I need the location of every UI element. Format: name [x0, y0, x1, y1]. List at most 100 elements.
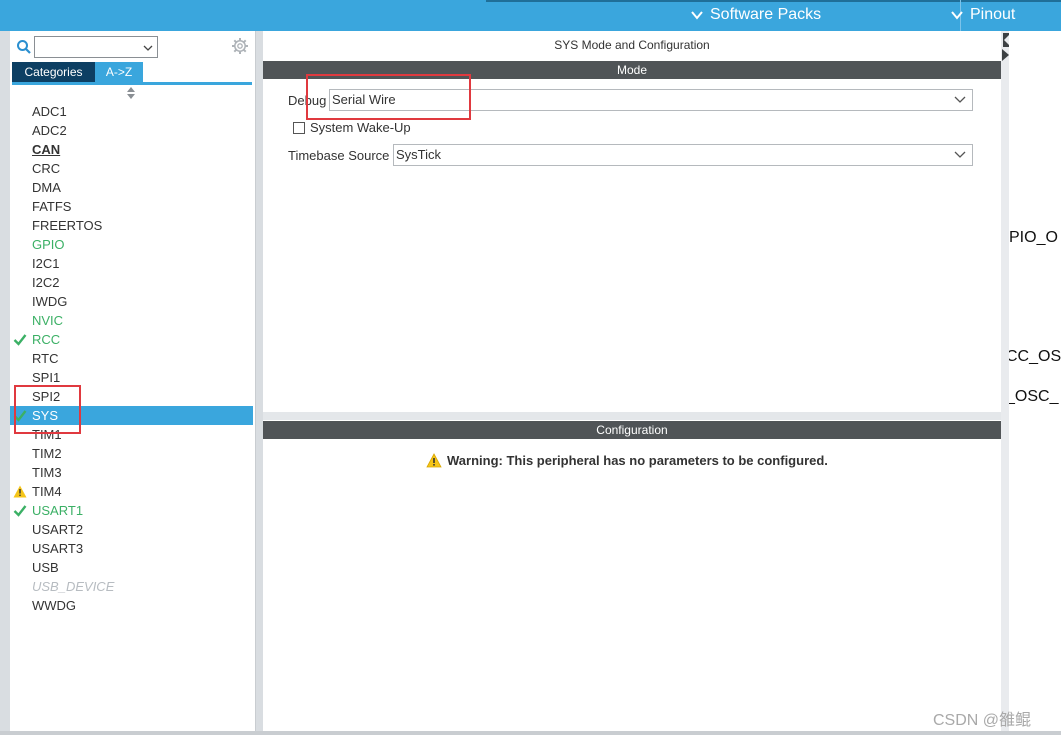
peripheral-label: TIM1 [32, 427, 62, 442]
peripheral-label: TIM3 [32, 465, 62, 480]
peripheral-item-gpio[interactable]: GPIO [10, 235, 253, 254]
software-packs-label: Software Packs [710, 6, 822, 23]
gear-icon[interactable] [231, 37, 249, 55]
peripheral-label: TIM4 [32, 484, 62, 499]
peripheral-label: RCC [32, 332, 61, 347]
expand-arrow-icon[interactable] [1002, 49, 1009, 61]
check-icon [13, 505, 27, 517]
timebase-row: Timebase Source SysTick [288, 144, 973, 166]
pinout-view: PIO_O CC_OS _OSC_ [1009, 31, 1061, 731]
peripheral-item-freertos[interactable]: FREERTOS [10, 216, 253, 235]
peripheral-item-spi1[interactable]: SPI1 [10, 368, 253, 387]
peripheral-list: ADC1 ADC2 CAN CRC DMA FATFS FREERTOS GPIO I2C1 I2… [10, 102, 253, 615]
peripheral-label: USB_DEVICE [32, 579, 115, 594]
peripheral-label: RTC [32, 351, 59, 366]
mode-config-panel: SYS Mode and Configuration Mode Debug Se… [263, 31, 1001, 731]
peripheral-item-iwdg[interactable]: IWDG [10, 292, 253, 311]
watermark: CSDN @雒鲲 [933, 712, 1032, 729]
peripheral-label: USB [32, 560, 59, 575]
peripheral-label: IWDG [32, 294, 68, 309]
tab-underline [12, 82, 252, 85]
timebase-select-value: SysTick [396, 147, 442, 162]
chevron-down-icon [691, 11, 703, 20]
software-packs-menu[interactable]: Software Packs [690, 6, 821, 24]
chevron-down-icon[interactable] [142, 42, 154, 54]
peripheral-item-nvic[interactable]: NVIC [10, 311, 253, 330]
peripheral-item-adc2[interactable]: ADC2 [10, 121, 253, 140]
debug-label: Debug [288, 92, 327, 108]
peripheral-item-tim2[interactable]: TIM2 [10, 444, 253, 463]
peripheral-label: FATFS [32, 199, 72, 214]
peripheral-label: I2C2 [32, 275, 60, 290]
pinout-collapse-gutter[interactable] [1001, 31, 1009, 731]
peripheral-label: NVIC [32, 313, 64, 328]
pin-label: CC_OS [1009, 348, 1061, 365]
peripheral-label: CAN [32, 142, 61, 157]
mode-section-header: Mode [263, 61, 1001, 79]
peripheral-label: USART3 [32, 541, 84, 556]
chevron-down-icon [954, 151, 966, 158]
search-icon[interactable] [16, 39, 32, 55]
search-input[interactable] [34, 36, 158, 58]
tab-a-z[interactable]: A->Z [95, 62, 143, 82]
debug-row: Debug Serial Wire [288, 89, 973, 111]
peripheral-label: I2C1 [32, 256, 60, 271]
peripheral-label: ADC2 [32, 123, 67, 138]
peripheral-label: WWDG [32, 598, 77, 613]
peripheral-label: USART2 [32, 522, 84, 537]
pinout-menu[interactable]: Pinout [950, 6, 1015, 24]
peripheral-label: TIM2 [32, 446, 62, 461]
peripheral-item-rcc[interactable]: RCC [10, 330, 253, 349]
tab-categories[interactable]: Categories [12, 62, 95, 82]
peripheral-item-wwdg[interactable]: WWDG [10, 596, 253, 615]
peripheral-item-rtc[interactable]: RTC [10, 349, 253, 368]
peripheral-item-fatfs[interactable]: FATFS [10, 197, 253, 216]
peripheral-item-usart1[interactable]: USART1 [10, 501, 253, 520]
configuration-section-header: Configuration [263, 421, 1001, 439]
chevron-down-icon [951, 11, 963, 20]
peripheral-item-adc1[interactable]: ADC1 [10, 102, 253, 121]
search-row [16, 35, 256, 59]
system-wakeup-label[interactable]: System Wake-Up [310, 120, 411, 135]
warning-icon [13, 485, 27, 498]
peripheral-item-crc[interactable]: CRC [10, 159, 253, 178]
view-tabs: Categories A->Z [12, 62, 143, 82]
peripheral-label: GPIO [32, 237, 65, 252]
pinout-label: Pinout [970, 6, 1016, 23]
peripheral-item-tim1[interactable]: TIM1 [10, 425, 253, 444]
peripheral-label: FREERTOS [32, 218, 103, 233]
peripheral-item-usart3[interactable]: USART3 [10, 539, 253, 558]
debug-select-value: Serial Wire [332, 92, 396, 107]
section-splitter[interactable] [263, 412, 1001, 420]
peripheral-label: DMA [32, 180, 61, 195]
peripheral-item-spi2[interactable]: SPI2 [10, 387, 253, 406]
peripheral-item-i2c1[interactable]: I2C1 [10, 254, 253, 273]
peripheral-item-usb-device[interactable]: USB_DEVICE [10, 577, 253, 596]
peripheral-label: SYS [32, 408, 59, 423]
peripheral-item-can[interactable]: CAN [10, 140, 253, 159]
collapse-arrow-icon[interactable] [1001, 33, 1009, 47]
peripheral-item-usb[interactable]: USB [10, 558, 253, 577]
timebase-select[interactable]: SysTick [393, 144, 973, 166]
check-icon [13, 334, 27, 346]
peripheral-item-usart2[interactable]: USART2 [10, 520, 253, 539]
panel-title: SYS Mode and Configuration [554, 38, 710, 52]
warning-text: Warning: This peripheral has no paramete… [447, 453, 828, 468]
check-icon [13, 410, 27, 422]
debug-select[interactable]: Serial Wire [329, 89, 973, 111]
peripheral-label: CRC [32, 161, 61, 176]
peripheral-label: USART1 [32, 503, 84, 518]
toolbar-accent-line [486, 0, 1061, 2]
no-parameters-warning: Warning: This peripheral has no paramete… [426, 453, 828, 468]
pin-label: PIO_O [1009, 229, 1058, 246]
peripheral-item-dma[interactable]: DMA [10, 178, 253, 197]
peripheral-item-tim4[interactable]: TIM4 [10, 482, 253, 501]
peripheral-item-sys[interactable]: SYS [10, 406, 253, 425]
sort-icon[interactable] [127, 87, 135, 99]
peripheral-item-i2c2[interactable]: I2C2 [10, 273, 253, 292]
system-wakeup-checkbox[interactable] [293, 121, 305, 134]
top-toolbar: Software Packs Pinout [0, 0, 1061, 31]
pin-label: _OSC_ [1009, 388, 1059, 405]
peripheral-item-tim3[interactable]: TIM3 [10, 463, 253, 482]
peripheral-label: ADC1 [32, 104, 67, 119]
